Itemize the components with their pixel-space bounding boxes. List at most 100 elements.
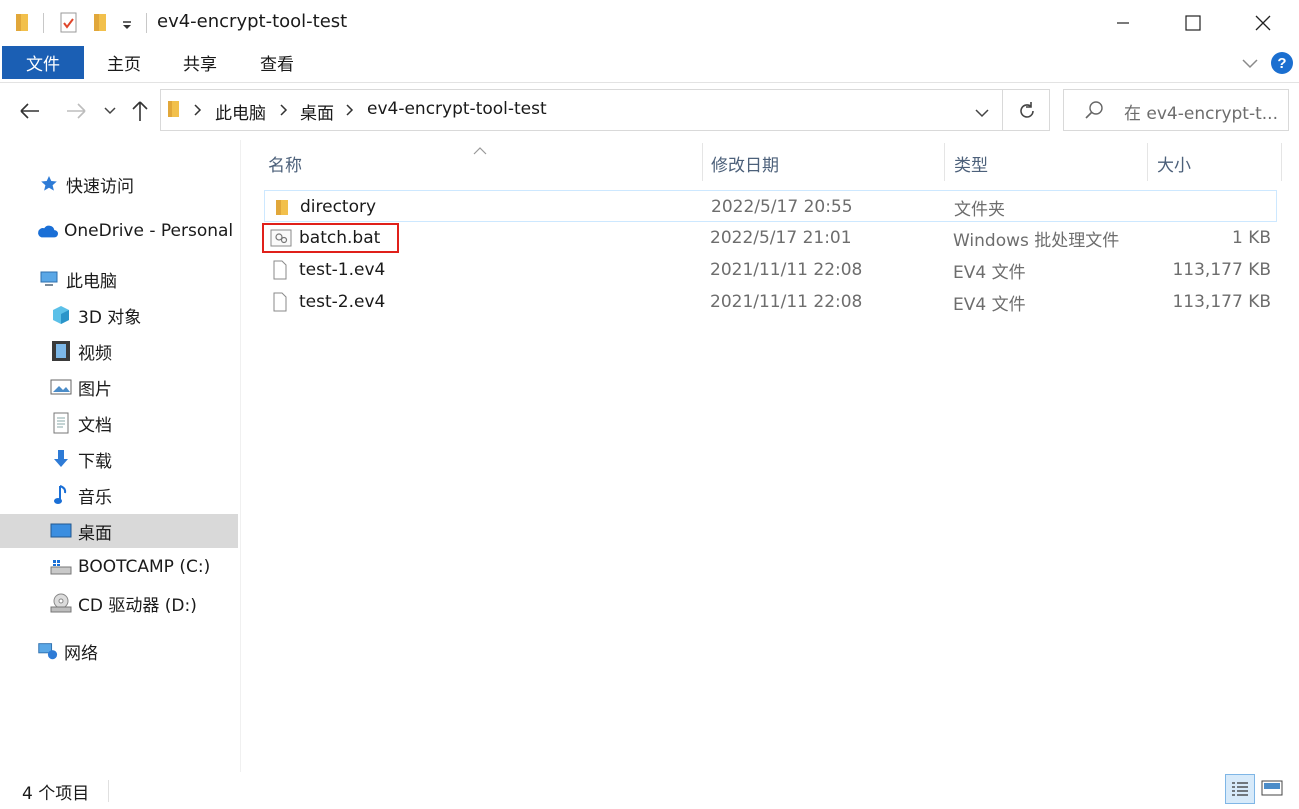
document-icon	[50, 412, 72, 434]
sidebar-item-label: 快速访问	[66, 176, 134, 197]
sidebar-item-label: OneDrive - Personal	[64, 221, 234, 241]
column-header-date[interactable]: 修改日期	[711, 147, 941, 179]
sidebar-item-label: 此电脑	[66, 271, 117, 292]
window-title: ev4-encrypt-tool-test	[157, 11, 348, 32]
breadcrumb-chevron-icon[interactable]	[279, 100, 289, 124]
sidebar-item-cd-drive[interactable]: CD 驱动器 (D:)	[0, 586, 238, 620]
breadcrumb-chevron-icon[interactable]	[345, 100, 355, 124]
file-date: 2021/11/11 22:08	[710, 260, 863, 280]
chevron-down-icon[interactable]	[1240, 55, 1260, 75]
table-row[interactable]: batch.bat 2022/5/17 21:01 Windows 批处理文件 …	[264, 222, 1277, 254]
music-note-icon	[50, 484, 72, 506]
large-icons-view-icon[interactable]	[1260, 776, 1284, 804]
title-separator	[146, 13, 147, 33]
sidebar-item-label: 文档	[78, 415, 112, 436]
highlight-annotation	[262, 223, 399, 253]
sidebar-item-label: 音乐	[78, 487, 112, 508]
picture-icon	[50, 376, 72, 398]
maximize-button[interactable]	[1158, 0, 1228, 46]
file-size: 113,177 KB	[1172, 260, 1271, 280]
file-type: EV4 文件	[953, 262, 1026, 283]
search-icon	[1084, 100, 1104, 124]
sidebar-item-label: 桌面	[78, 523, 112, 544]
file-date: 2021/11/11 22:08	[710, 292, 863, 312]
back-button[interactable]	[16, 97, 44, 125]
status-separator	[108, 780, 109, 802]
customize-toolbar-dropdown-icon[interactable]	[120, 17, 134, 36]
file-size: 113,177 KB	[1172, 292, 1271, 312]
tab-view[interactable]: 查看	[249, 46, 305, 79]
close-button[interactable]	[1228, 0, 1298, 46]
sidebar-item-label: 下载	[78, 451, 112, 472]
table-row[interactable]: directory 2022/5/17 20:55 文件夹	[264, 190, 1277, 222]
film-icon	[50, 340, 72, 362]
sidebar-item-desktop[interactable]: 桌面	[0, 514, 238, 548]
computer-icon	[38, 268, 60, 290]
status-item-count: 4 个项目	[22, 784, 90, 804]
properties-check-icon[interactable]	[59, 11, 79, 39]
column-header-type[interactable]: 类型	[954, 147, 1144, 179]
cloud-icon	[36, 220, 58, 242]
address-divider	[1002, 90, 1003, 130]
tab-home[interactable]: 主页	[96, 46, 152, 79]
help-icon[interactable]: ?	[1270, 51, 1294, 79]
drive-icon	[50, 556, 72, 578]
sidebar-item-label: 图片	[78, 379, 112, 400]
ribbon-tabs: 文件 主页 共享 查看 ?	[0, 46, 1299, 83]
svg-text:?: ?	[1277, 55, 1286, 72]
toolbar-separator	[43, 13, 44, 33]
column-header-size[interactable]: 大小	[1157, 147, 1277, 179]
sidebar-item-label: 网络	[64, 643, 98, 664]
minimize-button[interactable]	[1088, 0, 1158, 46]
table-row[interactable]: test-1.ev4 2021/11/11 22:08 EV4 文件 113,1…	[264, 254, 1277, 286]
table-row[interactable]: test-2.ev4 2021/11/11 22:08 EV4 文件 113,1…	[264, 286, 1277, 318]
folder-icon	[273, 191, 291, 223]
desktop-icon	[50, 520, 72, 542]
sidebar-item-pictures[interactable]: 图片	[0, 370, 238, 404]
file-type: EV4 文件	[953, 294, 1026, 315]
sidebar-item-downloads[interactable]: 下载	[0, 442, 238, 476]
star-icon	[38, 173, 60, 195]
search-placeholder: 在 ev4-encrypt-t...	[1124, 104, 1278, 124]
tab-share[interactable]: 共享	[172, 46, 228, 79]
sidebar-item-quick-access[interactable]: 快速访问	[0, 167, 238, 201]
breadcrumb-current-folder[interactable]: ev4-encrypt-tool-test	[367, 99, 547, 119]
file-date: 2022/5/17 20:55	[711, 197, 853, 217]
file-type: Windows 批处理文件	[953, 230, 1120, 251]
details-view-icon[interactable]	[1225, 774, 1255, 804]
breadcrumb-chevron-icon[interactable]	[193, 100, 203, 124]
sidebar-item-label: BOOTCAMP (C:)	[78, 557, 211, 577]
forward-button[interactable]	[62, 97, 90, 125]
file-name: test-1.ev4	[299, 260, 386, 280]
sidebar-item-label: 视频	[78, 343, 112, 364]
sidebar-item-videos[interactable]: 视频	[0, 334, 238, 368]
new-folder-icon[interactable]	[92, 11, 110, 37]
breadcrumb-this-pc[interactable]: 此电脑	[215, 99, 266, 124]
address-dropdown-icon[interactable]	[974, 104, 990, 123]
sidebar-item-this-pc[interactable]: 此电脑	[0, 262, 238, 296]
sidebar-item-documents[interactable]: 文档	[0, 406, 238, 440]
sidebar-item-onedrive[interactable]: OneDrive - Personal	[0, 214, 238, 248]
file-size: 1 KB	[1231, 228, 1271, 248]
file-icon	[272, 286, 288, 318]
tab-file[interactable]: 文件	[2, 46, 84, 79]
column-header-name[interactable]: 名称	[268, 147, 698, 179]
column-separator[interactable]	[1281, 143, 1282, 181]
sidebar-item-3d-objects[interactable]: 3D 对象	[0, 298, 238, 332]
sidebar-item-music[interactable]: 音乐	[0, 478, 238, 512]
sidebar-item-network[interactable]: 网络	[0, 634, 238, 668]
file-date: 2022/5/17 21:01	[710, 228, 852, 248]
file-name: directory	[300, 197, 377, 217]
refresh-icon[interactable]	[1016, 100, 1038, 126]
column-separator[interactable]	[702, 143, 703, 181]
breadcrumb-desktop[interactable]: 桌面	[300, 99, 334, 124]
network-icon	[36, 640, 58, 662]
sidebar-item-bootcamp-drive[interactable]: BOOTCAMP (C:)	[0, 550, 238, 584]
address-bar[interactable]	[160, 89, 1050, 131]
up-button[interactable]	[126, 97, 154, 125]
column-separator[interactable]	[1147, 143, 1148, 181]
recent-locations-button[interactable]	[96, 97, 124, 125]
cube-icon	[50, 304, 72, 326]
sidebar-item-label: CD 驱动器 (D:)	[78, 595, 197, 616]
column-separator[interactable]	[944, 143, 945, 181]
